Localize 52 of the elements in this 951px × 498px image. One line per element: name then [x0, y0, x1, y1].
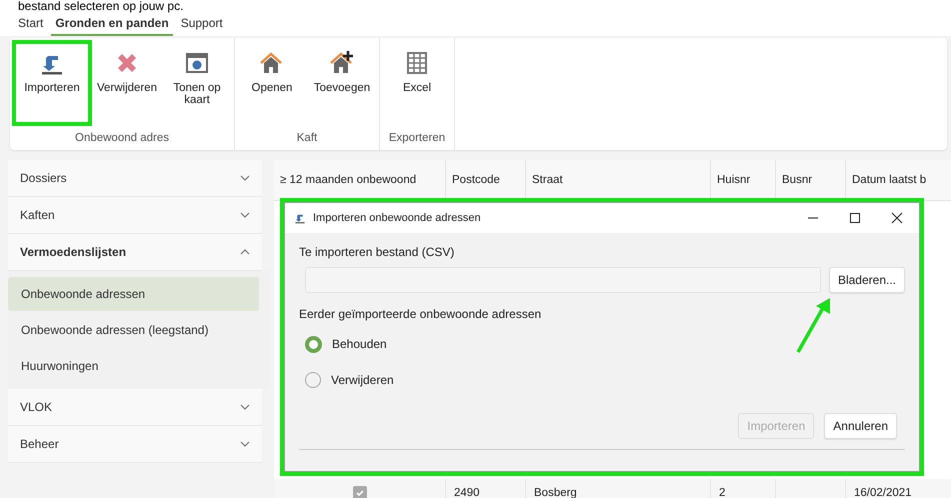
ribbon-group-label: Onbewoond adres	[74, 132, 170, 146]
column-header[interactable]: Busnr	[776, 160, 846, 200]
column-header[interactable]: Datum laatst b	[846, 160, 951, 200]
ribbon-button[interactable]: Excel	[382, 40, 452, 132]
browse-button[interactable]: Bladeren...	[828, 267, 905, 293]
sidebar-item[interactable]: Onbewoonde adressen	[8, 277, 259, 311]
radio-button[interactable]	[305, 336, 322, 352]
section-label: Eerder geïmporteerde onbewoonde adressen	[299, 307, 542, 321]
maximize-icon[interactable]	[849, 212, 861, 224]
spreadsheet-icon	[404, 50, 430, 76]
chevron-down-icon	[240, 441, 250, 447]
chevron-down-icon	[240, 175, 250, 181]
ribbon-button[interactable]: Verwijderen	[92, 40, 162, 132]
radio-label: Verwijderen	[331, 373, 394, 387]
radio-label: Behouden	[332, 337, 387, 351]
ribbon-group-label: Exporteren	[388, 132, 446, 146]
sidebar-section[interactable]: Kaften	[8, 197, 262, 234]
table-cell: 16/02/2021	[854, 487, 912, 498]
checkbox[interactable]	[352, 486, 366, 498]
sidebar-section[interactable]: Vermoedenslijsten	[8, 234, 262, 271]
ribbon-button[interactable]: Openen	[237, 40, 307, 132]
sidebar-section[interactable]: VLOK	[8, 389, 262, 426]
column-header[interactable]: Straat	[526, 160, 711, 200]
sidebar-section[interactable]: Dossiers	[8, 160, 262, 197]
import-icon	[293, 212, 307, 224]
ribbon-button[interactable]: Toevoegen	[307, 40, 377, 132]
ribbon-tab[interactable]: Support	[176, 12, 227, 36]
ribbon-group-label: Kaft	[296, 132, 318, 146]
column-header[interactable]: Huisnr	[711, 160, 776, 200]
chevron-up-icon	[240, 249, 250, 255]
dialog-button[interactable]: Annuleren	[824, 413, 897, 439]
field-label: Te importeren bestand (CSV)	[299, 245, 456, 259]
ribbon-tab[interactable]: Start	[14, 12, 48, 36]
globe-window-icon	[184, 50, 210, 76]
ribbon-button[interactable]: Tonen op kaart	[162, 40, 232, 132]
ribbon-tab[interactable]: Gronden en panden	[51, 12, 173, 36]
ribbon-button[interactable]: Importeren	[12, 40, 92, 126]
house-plus-icon	[328, 50, 356, 76]
close-icon[interactable]	[891, 212, 903, 224]
chevron-down-icon	[240, 212, 250, 218]
caption-text: bestand selecteren op jouw pc.	[0, 0, 951, 12]
radio-button[interactable]	[305, 372, 321, 388]
sidebar-item[interactable]: Onbewoonde adressen (leegstand)	[8, 313, 259, 347]
table-cell: 2	[719, 487, 726, 498]
table-cell: 2490	[454, 487, 480, 498]
sidebar-section[interactable]: Beheer	[8, 426, 262, 463]
column-header[interactable]: Postcode	[446, 160, 526, 200]
dialog-title: Importeren onbewoonde adressen	[313, 212, 482, 224]
chevron-down-icon	[240, 404, 250, 410]
check-icon	[354, 488, 364, 498]
column-header[interactable]: ≥ 12 maanden onbewoond	[274, 160, 446, 200]
sidebar-item[interactable]: Huurwoningen	[8, 349, 259, 383]
